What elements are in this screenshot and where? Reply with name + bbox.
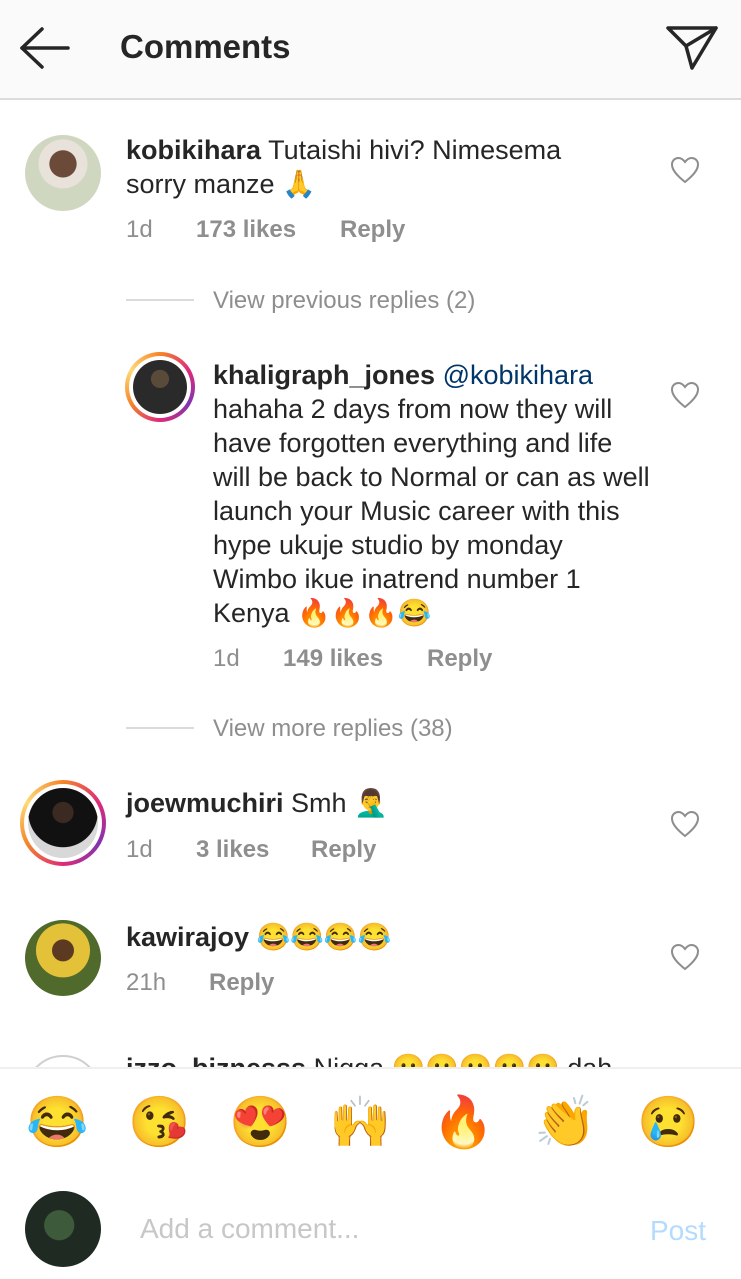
likes-count[interactable]: 149 likes	[283, 645, 383, 673]
reply-button[interactable]: Reply	[209, 969, 274, 997]
mention-link[interactable]: @kobikihara	[443, 360, 593, 390]
current-user-avatar	[25, 1191, 101, 1267]
likes-count[interactable]: 173 likes	[196, 216, 296, 244]
comment-text: joewmuchiri Smh 🤦‍♂️	[126, 786, 626, 820]
comment-text: kobikihara Tutaishi hivi? Nimesema sorry…	[126, 133, 626, 201]
view-previous-replies[interactable]: View previous replies (2)	[213, 287, 475, 315]
comment-text: khaligraph_jones @kobikihara hahaha 2 da…	[213, 358, 653, 630]
quick-emoji-bar: 😂 😘 😍 🙌 🔥 👏 😢	[0, 1067, 741, 1183]
avatar-story-ring[interactable]	[20, 780, 106, 866]
emoji-button[interactable]: 🙌	[329, 1091, 391, 1153]
comment-body: Nigga 😐😐😐😐😐 dah	[314, 1053, 613, 1067]
comment-body: 😂😂😂😂	[256, 922, 392, 952]
reply-button[interactable]: Reply	[427, 645, 492, 673]
comment-time: 1d	[126, 836, 153, 863]
comment-meta: 1d 149 likes Reply	[213, 645, 613, 675]
divider-line	[126, 727, 194, 729]
partial-comment: izzo_biznesss Nigga 😐😐😐😐😐 dah	[0, 1045, 741, 1067]
comment-meta: 1d 3 likes Reply	[126, 836, 526, 866]
comment-body: Smh 🤦‍♂️	[291, 788, 388, 818]
emoji-button[interactable]: 😘	[128, 1091, 190, 1153]
comment-username[interactable]: joewmuchiri	[126, 788, 284, 818]
heart-icon	[670, 810, 700, 838]
comment-text: kawirajoy 😂😂😂😂	[126, 920, 626, 954]
like-button[interactable]	[670, 381, 700, 409]
comment-username[interactable]: kawirajoy	[126, 922, 249, 952]
emoji-button[interactable]: 👏	[534, 1091, 596, 1153]
comment-meta: 21h Reply	[126, 969, 526, 999]
comment-username[interactable]: khaligraph_jones	[213, 360, 435, 390]
comment-username[interactable]: kobikihara	[126, 135, 261, 165]
arrow-left-icon	[20, 27, 70, 69]
emoji-button[interactable]: 🔥	[432, 1091, 494, 1153]
avatar-story-ring[interactable]	[125, 352, 195, 422]
comment-username[interactable]: izzo_biznesss	[126, 1053, 306, 1067]
comment-time: 1d	[213, 645, 240, 672]
avatar[interactable]	[25, 920, 101, 996]
comment-input-bar: Post	[0, 1181, 741, 1279]
heart-icon	[670, 943, 700, 971]
emoji-button[interactable]: 😢	[637, 1091, 699, 1153]
page-title: Comments	[120, 28, 291, 65]
like-button[interactable]	[670, 810, 700, 838]
back-button[interactable]	[18, 24, 70, 72]
post-button[interactable]: Post	[650, 1215, 706, 1247]
heart-icon	[670, 381, 700, 409]
avatar	[133, 360, 187, 414]
like-button[interactable]	[670, 156, 700, 184]
comment-time: 1d	[126, 216, 153, 243]
heart-icon	[670, 156, 700, 184]
emoji-button[interactable]: 😍	[229, 1091, 291, 1153]
emoji-button[interactable]: 😂	[26, 1091, 88, 1153]
reply-button[interactable]: Reply	[340, 216, 405, 244]
comment-meta: 1d 173 likes Reply	[126, 216, 526, 246]
avatar[interactable]	[25, 135, 101, 211]
like-button[interactable]	[670, 943, 700, 971]
divider-line	[126, 299, 194, 301]
likes-count[interactable]: 3 likes	[196, 836, 269, 864]
comment-body: hahaha 2 days from now they will have fo…	[213, 394, 650, 628]
comment-time: 21h	[126, 969, 167, 996]
share-button[interactable]	[664, 22, 720, 72]
avatar	[28, 788, 98, 858]
avatar[interactable]	[25, 1055, 101, 1067]
comment-text: izzo_biznesss Nigga 😐😐😐😐😐 dah	[126, 1051, 741, 1067]
comment-input[interactable]	[130, 1207, 630, 1251]
view-more-replies[interactable]: View more replies (38)	[213, 715, 453, 743]
paper-plane-icon	[666, 26, 718, 70]
reply-button[interactable]: Reply	[311, 836, 376, 864]
header-bar: Comments	[0, 0, 741, 100]
